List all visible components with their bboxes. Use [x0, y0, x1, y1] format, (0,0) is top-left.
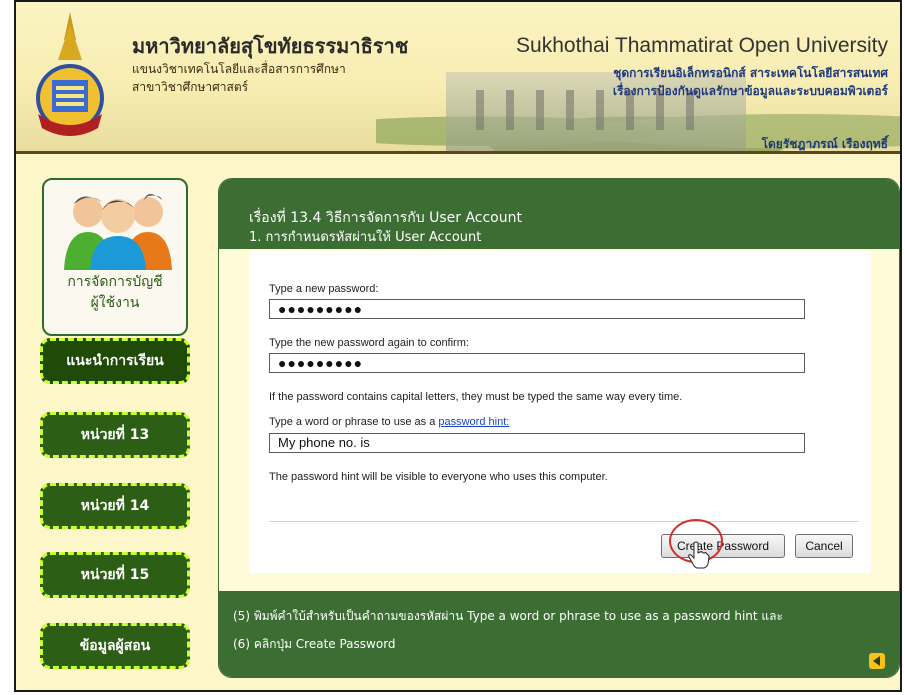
nav-item-unit-13[interactable]: หน่วยที่ 13	[40, 412, 190, 458]
course-line-2: เรื่องการป้องกันดูแลรักษาข้อมูลและระบบคอ…	[612, 84, 888, 98]
instructions-footer: (5) พิมพ์คำใบ้สำหรับเป็นคำถามของรหัสผ่าน…	[219, 591, 899, 677]
hand-cursor-icon	[688, 541, 710, 569]
cancel-button[interactable]: Cancel	[795, 534, 853, 558]
speaker-icon[interactable]	[869, 653, 885, 669]
capital-letters-note: If the password contains capital letters…	[269, 391, 683, 403]
nav-item-unit-15[interactable]: หน่วยที่ 15	[40, 552, 190, 598]
topic-card-label-line-1: การจัดการบัญชี	[67, 274, 163, 290]
confirm-password-field[interactable]: ●●●●●●●●●	[269, 353, 805, 373]
dialog-screenshot: Type a new password: ●●●●●●●●● Type the …	[249, 251, 871, 573]
thai-subtitle-1: แขนงวิชาเทคโนโลยีและสื่อสารการศึกษา	[132, 62, 346, 76]
password-hint-label: Type a word or phrase to use as a passwo…	[269, 416, 509, 428]
dialog-divider	[269, 521, 859, 522]
password-hint-link[interactable]: password hint:	[438, 416, 509, 428]
page-frame: มหาวิทยาลัยสุโขทัยธรรมาธิราช แขนงวิชาเทค…	[14, 0, 902, 692]
new-password-field[interactable]: ●●●●●●●●●	[269, 299, 805, 319]
lesson-header: เรื่องที่ 13.4 วิธีการจัดการกับ User Acc…	[219, 179, 899, 249]
university-emblem-icon	[36, 12, 104, 136]
thai-subtitle-2: สาขาวิชาศึกษาศาสตร์	[132, 80, 249, 94]
nav-item-instructor[interactable]: ข้อมูลผู้สอน	[40, 623, 190, 669]
topic-card-label: การจัดการบัญชี ผู้ใช้งาน	[44, 272, 186, 314]
nav-item-intro[interactable]: แนะนำการเรียน	[40, 338, 190, 384]
password-hint-field[interactable]: My phone no. is	[269, 433, 805, 453]
header-banner: มหาวิทยาลัยสุโขทัยธรรมาธิราช แขนงวิชาเทค…	[16, 2, 900, 154]
topic-card: การจัดการบัญชี ผู้ใช้งาน	[42, 178, 188, 336]
confirm-password-label: Type the new password again to confirm:	[269, 337, 469, 349]
lesson-panel: เรื่องที่ 13.4 วิธีการจัดการกับ User Acc…	[218, 178, 900, 678]
english-university-title: Sukhothai Thammatirat Open University	[516, 34, 888, 57]
author-name: โดยรัชฎาภรณ์ เรืองฤทธิ์	[761, 137, 888, 151]
course-line-1: ชุดการเรียนอิเล็กทรอนิกส์ สาระเทคโนโลยีส…	[613, 66, 888, 80]
hint-visibility-note: The password hint will be visible to eve…	[269, 471, 608, 483]
step-6-text: (6) คลิกปุ่ม Create Password	[233, 637, 396, 651]
topic-card-label-line-2: ผู้ใช้งาน	[90, 295, 140, 311]
thai-university-title: มหาวิทยาลัยสุโขทัยธรรมาธิราช	[132, 34, 409, 58]
step-5-text: (5) พิมพ์คำใบ้สำหรับเป็นคำถามของรหัสผ่าน…	[233, 609, 783, 623]
lesson-subtitle: 1. การกำหนดรหัสผ่านให้ User Account	[249, 230, 482, 245]
password-hint-label-text: Type a word or phrase to use as a	[269, 416, 439, 428]
users-icon	[64, 194, 172, 270]
nav-item-unit-14[interactable]: หน่วยที่ 14	[40, 483, 190, 529]
new-password-label: Type a new password:	[269, 283, 379, 295]
